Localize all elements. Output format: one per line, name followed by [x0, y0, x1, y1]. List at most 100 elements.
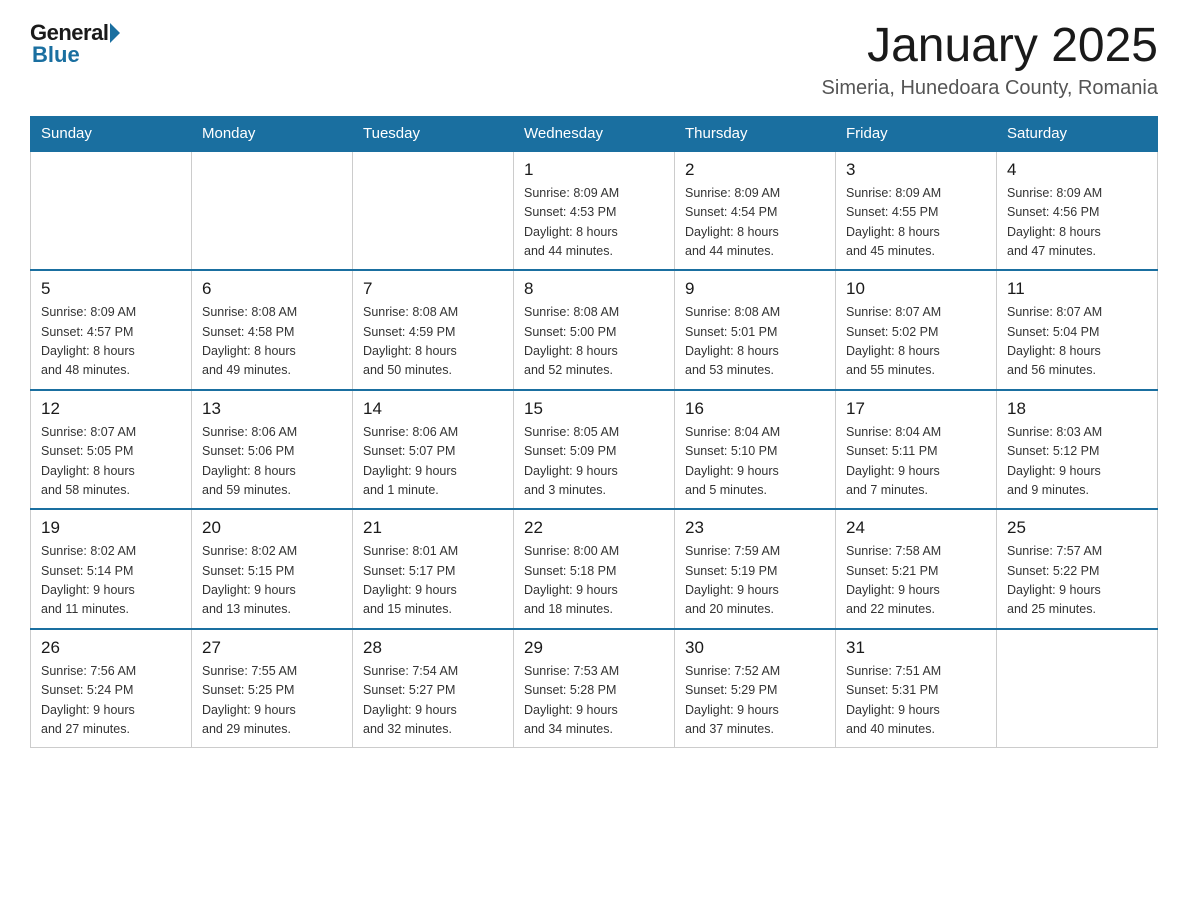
day-info: Sunrise: 7:53 AMSunset: 5:28 PMDaylight:… [524, 662, 664, 740]
day-info: Sunrise: 8:07 AMSunset: 5:05 PMDaylight:… [41, 423, 181, 501]
calendar-cell: 15Sunrise: 8:05 AMSunset: 5:09 PMDayligh… [514, 390, 675, 510]
day-info: Sunrise: 8:08 AMSunset: 4:59 PMDaylight:… [363, 303, 503, 381]
day-number: 18 [1007, 399, 1147, 419]
day-info: Sunrise: 7:56 AMSunset: 5:24 PMDaylight:… [41, 662, 181, 740]
calendar-cell: 10 Sunrise: 8:07 AMSunset: 5:02 PMDayligh… [836, 270, 997, 390]
header-tuesday: Tuesday [353, 116, 514, 151]
calendar-cell: 30 Sunrise: 7:52 AMSunset: 5:29 PMDayligh… [675, 629, 836, 748]
calendar-cell: 14Sunrise: 8:06 AMSunset: 5:07 PMDayligh… [353, 390, 514, 510]
day-number: 30 [685, 638, 825, 658]
calendar-cell: 31 Sunrise: 7:51 AMSunset: 5:31 PMDayligh… [836, 629, 997, 748]
week-row-4: 19Sunrise: 8:02 AMSunset: 5:14 PMDayligh… [31, 509, 1158, 629]
week-row-5: 26 Sunrise: 7:56 AMSunset: 5:24 PMDayligh… [31, 629, 1158, 748]
day-number: 11 [1007, 279, 1147, 299]
day-number: 10 [846, 279, 986, 299]
day-number: 3 [846, 160, 986, 180]
calendar-title: January 2025 [822, 20, 1158, 73]
day-number: 24 [846, 518, 986, 538]
calendar-table: SundayMondayTuesdayWednesdayThursdayFrid… [30, 116, 1158, 749]
calendar-cell: 7Sunrise: 8:08 AMSunset: 4:59 PMDaylight… [353, 270, 514, 390]
day-number: 15 [524, 399, 664, 419]
day-number: 8 [524, 279, 664, 299]
day-number: 28 [363, 638, 503, 658]
day-info: Sunrise: 8:07 AMSunset: 5:04 PMDaylight:… [1007, 303, 1147, 381]
calendar-cell: 5 Sunrise: 8:09 AMSunset: 4:57 PMDaylight… [31, 270, 192, 390]
day-number: 23 [685, 518, 825, 538]
day-info: Sunrise: 7:52 AMSunset: 5:29 PMDaylight:… [685, 662, 825, 740]
day-info: Sunrise: 8:06 AMSunset: 5:06 PMDaylight:… [202, 423, 342, 501]
calendar-cell [353, 151, 514, 271]
day-number: 17 [846, 399, 986, 419]
day-info: Sunrise: 8:09 AMSunset: 4:56 PMDaylight:… [1007, 184, 1147, 262]
calendar-cell: 16 Sunrise: 8:04 AMSunset: 5:10 PMDayligh… [675, 390, 836, 510]
day-number: 22 [524, 518, 664, 538]
header-saturday: Saturday [997, 116, 1158, 151]
day-number: 31 [846, 638, 986, 658]
calendar-cell: 17 Sunrise: 8:04 AMSunset: 5:11 PMDayligh… [836, 390, 997, 510]
day-info: Sunrise: 8:09 AMSunset: 4:57 PMDaylight:… [41, 303, 181, 381]
logo: General Blue [30, 20, 120, 68]
calendar-cell: 11 Sunrise: 8:07 AMSunset: 5:04 PMDayligh… [997, 270, 1158, 390]
header-wednesday: Wednesday [514, 116, 675, 151]
logo-arrow-icon [110, 23, 120, 43]
week-row-2: 5 Sunrise: 8:09 AMSunset: 4:57 PMDaylight… [31, 270, 1158, 390]
day-number: 5 [41, 279, 181, 299]
calendar-cell: 18 Sunrise: 8:03 AMSunset: 5:12 PMDayligh… [997, 390, 1158, 510]
day-info: Sunrise: 8:04 AMSunset: 5:10 PMDaylight:… [685, 423, 825, 501]
calendar-cell: 25 Sunrise: 7:57 AMSunset: 5:22 PMDayligh… [997, 509, 1158, 629]
day-number: 26 [41, 638, 181, 658]
day-info: Sunrise: 8:07 AMSunset: 5:02 PMDaylight:… [846, 303, 986, 381]
day-number: 1 [524, 160, 664, 180]
day-number: 21 [363, 518, 503, 538]
calendar-cell: 8 Sunrise: 8:08 AMSunset: 5:00 PMDaylight… [514, 270, 675, 390]
day-number: 4 [1007, 160, 1147, 180]
calendar-cell: 12 Sunrise: 8:07 AMSunset: 5:05 PMDayligh… [31, 390, 192, 510]
calendar-cell: 2 Sunrise: 8:09 AMSunset: 4:54 PMDaylight… [675, 151, 836, 271]
week-row-3: 12 Sunrise: 8:07 AMSunset: 5:05 PMDayligh… [31, 390, 1158, 510]
week-row-1: 1 Sunrise: 8:09 AMSunset: 4:53 PMDaylight… [31, 151, 1158, 271]
day-number: 9 [685, 279, 825, 299]
header-thursday: Thursday [675, 116, 836, 151]
day-info: Sunrise: 8:08 AMSunset: 5:00 PMDaylight:… [524, 303, 664, 381]
calendar-cell: 3 Sunrise: 8:09 AMSunset: 4:55 PMDaylight… [836, 151, 997, 271]
title-block: January 2025 Simeria, Hunedoara County, … [822, 20, 1158, 100]
day-info: Sunrise: 8:04 AMSunset: 5:11 PMDaylight:… [846, 423, 986, 501]
calendar-cell: 21 Sunrise: 8:01 AMSunset: 5:17 PMDayligh… [353, 509, 514, 629]
day-info: Sunrise: 7:59 AMSunset: 5:19 PMDaylight:… [685, 542, 825, 620]
calendar-cell: 28 Sunrise: 7:54 AMSunset: 5:27 PMDayligh… [353, 629, 514, 748]
logo-blue-text: Blue [32, 42, 120, 68]
day-info: Sunrise: 8:01 AMSunset: 5:17 PMDaylight:… [363, 542, 503, 620]
calendar-cell: 9 Sunrise: 8:08 AMSunset: 5:01 PMDaylight… [675, 270, 836, 390]
calendar-cell: 19Sunrise: 8:02 AMSunset: 5:14 PMDayligh… [31, 509, 192, 629]
day-info: Sunrise: 8:00 AMSunset: 5:18 PMDaylight:… [524, 542, 664, 620]
day-info: Sunrise: 7:57 AMSunset: 5:22 PMDaylight:… [1007, 542, 1147, 620]
day-info: Sunrise: 7:58 AMSunset: 5:21 PMDaylight:… [846, 542, 986, 620]
day-info: Sunrise: 8:09 AMSunset: 4:53 PMDaylight:… [524, 184, 664, 262]
header-monday: Monday [192, 116, 353, 151]
day-info: Sunrise: 7:54 AMSunset: 5:27 PMDaylight:… [363, 662, 503, 740]
day-number: 14 [363, 399, 503, 419]
calendar-cell: 29 Sunrise: 7:53 AMSunset: 5:28 PMDayligh… [514, 629, 675, 748]
calendar-cell: 4 Sunrise: 8:09 AMSunset: 4:56 PMDaylight… [997, 151, 1158, 271]
day-number: 12 [41, 399, 181, 419]
day-info: Sunrise: 8:08 AMSunset: 5:01 PMDaylight:… [685, 303, 825, 381]
day-number: 19 [41, 518, 181, 538]
day-number: 25 [1007, 518, 1147, 538]
calendar-header-row: SundayMondayTuesdayWednesdayThursdayFrid… [31, 116, 1158, 151]
calendar-cell [31, 151, 192, 271]
day-number: 29 [524, 638, 664, 658]
day-number: 2 [685, 160, 825, 180]
day-number: 27 [202, 638, 342, 658]
calendar-cell [997, 629, 1158, 748]
day-info: Sunrise: 7:51 AMSunset: 5:31 PMDaylight:… [846, 662, 986, 740]
day-info: Sunrise: 8:09 AMSunset: 4:54 PMDaylight:… [685, 184, 825, 262]
day-info: Sunrise: 7:55 AMSunset: 5:25 PMDaylight:… [202, 662, 342, 740]
calendar-cell: 13 Sunrise: 8:06 AMSunset: 5:06 PMDayligh… [192, 390, 353, 510]
day-number: 16 [685, 399, 825, 419]
day-info: Sunrise: 8:02 AMSunset: 5:15 PMDaylight:… [202, 542, 342, 620]
calendar-cell [192, 151, 353, 271]
day-info: Sunrise: 8:09 AMSunset: 4:55 PMDaylight:… [846, 184, 986, 262]
day-info: Sunrise: 8:03 AMSunset: 5:12 PMDaylight:… [1007, 423, 1147, 501]
calendar-location: Simeria, Hunedoara County, Romania [822, 77, 1158, 100]
day-number: 13 [202, 399, 342, 419]
